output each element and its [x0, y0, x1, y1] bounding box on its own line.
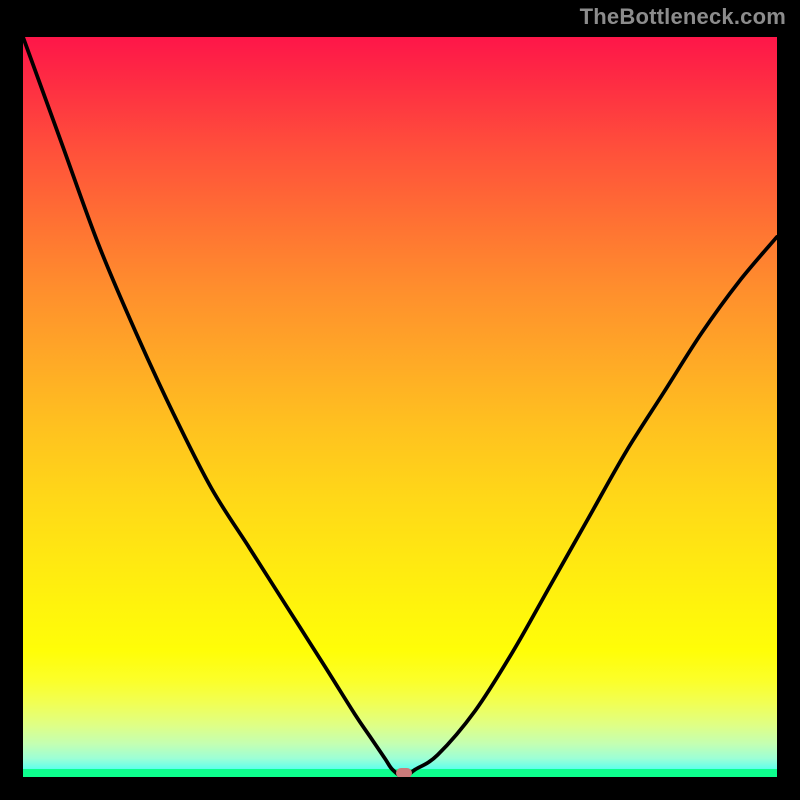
- attribution-text: TheBottleneck.com: [580, 4, 786, 30]
- optimum-marker: [396, 768, 412, 777]
- bottleneck-curve: [23, 37, 777, 777]
- curve-svg: [23, 37, 777, 777]
- chart-frame: TheBottleneck.com: [0, 0, 800, 800]
- plot-area: [23, 37, 777, 777]
- plot-border: [18, 32, 782, 782]
